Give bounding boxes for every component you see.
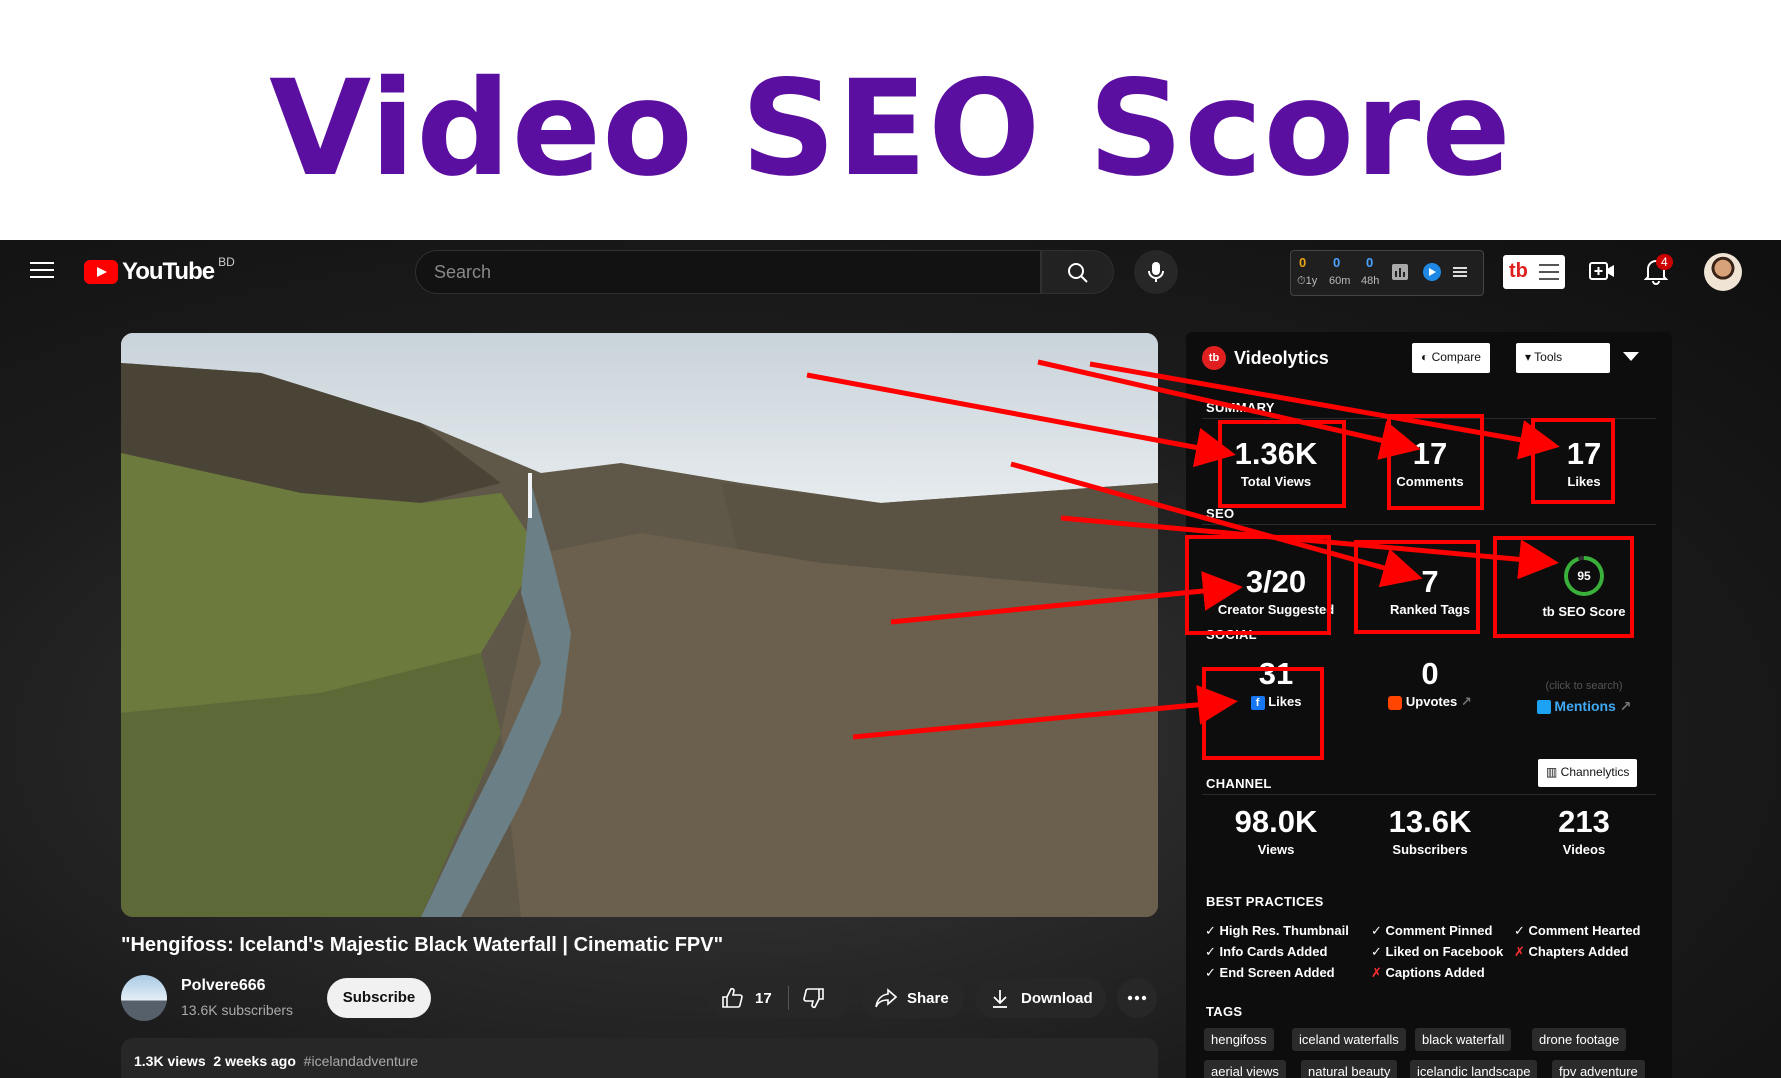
- highlight-creator-suggested: [1185, 535, 1331, 635]
- stat-channel-videos: 213 Videos: [1558, 804, 1610, 857]
- menu-icon[interactable]: [30, 262, 54, 280]
- channel-label: CHANNEL: [1206, 776, 1272, 791]
- bp-item: ✓ Info Cards Added: [1205, 944, 1328, 959]
- highlight-likes: [1531, 418, 1615, 504]
- video-title: "Hengifoss: Iceland's Majestic Black Wat…: [121, 934, 724, 956]
- ext-stat-48h-label: 48h: [1361, 275, 1380, 287]
- view-count: 1.3K views: [134, 1053, 206, 1069]
- compare-button[interactable]: ◐ Compare: [1412, 343, 1490, 373]
- youtube-logo[interactable]: YouTube BD: [84, 255, 235, 286]
- extension-logo-icon[interactable]: [1423, 263, 1441, 281]
- tools-button[interactable]: ▾ Tools: [1516, 343, 1610, 373]
- upload-date: 2 weeks ago: [213, 1053, 296, 1069]
- video-thumbnail-landscape: [121, 333, 1158, 917]
- hashtag-link[interactable]: #icelandadventure: [304, 1053, 418, 1069]
- twitter-icon: [1536, 700, 1551, 715]
- search-icon: [1068, 263, 1088, 283]
- tubebuddy-button[interactable]: tb: [1503, 255, 1565, 289]
- like-dislike-group: 17: [707, 978, 850, 1018]
- share-icon: [875, 988, 897, 1008]
- banner-title: Video SEO Score: [269, 52, 1512, 206]
- user-avatar[interactable]: [1704, 253, 1742, 291]
- share-label: Share: [907, 989, 949, 1007]
- download-button[interactable]: Download: [975, 978, 1106, 1018]
- thumbs-down-icon[interactable]: [802, 987, 825, 1009]
- tag-chip[interactable]: black waterfall: [1415, 1028, 1512, 1051]
- panel-collapse-caret-icon[interactable]: [1623, 352, 1639, 361]
- bp-item: ✗ Captions Added: [1371, 965, 1485, 980]
- tubebuddy-icon: tb: [1202, 346, 1226, 370]
- logo-country: BD: [218, 255, 235, 269]
- more-actions-button[interactable]: [1117, 978, 1157, 1018]
- list-menu-icon[interactable]: [1451, 263, 1469, 281]
- panel-title: Videolytics: [1234, 347, 1329, 368]
- thumbs-up-icon[interactable]: [721, 987, 743, 1009]
- social-hint: (click to search): [1545, 680, 1623, 692]
- extension-stats[interactable]: 0 ⏱1y 0 60m 0 48h: [1290, 250, 1484, 296]
- notification-count-badge: 4: [1656, 254, 1673, 270]
- tags-label: TAGS: [1206, 1004, 1243, 1019]
- stat-channel-subscribers: 13.6K Subscribers: [1388, 804, 1472, 857]
- channelytics-button[interactable]: ▥ Channelytics: [1538, 759, 1638, 787]
- ext-stat-1y-label: ⏱1y: [1297, 275, 1318, 287]
- tag-chip[interactable]: iceland waterfalls: [1292, 1028, 1406, 1051]
- bp-item: ✓ High Res. Thumbnail: [1205, 923, 1349, 938]
- share-button[interactable]: Share: [861, 978, 964, 1018]
- bp-item: ✓ Comment Hearted: [1514, 923, 1641, 938]
- bar-chart-icon[interactable]: [1391, 263, 1409, 281]
- summary-label: SUMMARY: [1206, 400, 1275, 415]
- twitter-mentions-link[interactable]: Mentions ↗: [1514, 698, 1654, 715]
- banner: Video SEO Score: [0, 0, 1781, 240]
- yt-header: YouTube BD Search 0 ⏱1y 0 60m 0 48h tb 4: [0, 240, 1781, 304]
- download-label: Download: [1021, 989, 1093, 1007]
- tag-chip[interactable]: drone footage: [1532, 1028, 1627, 1051]
- ext-stat-48h: 0: [1366, 255, 1374, 270]
- stat-channel-views: 98.0K Views: [1234, 804, 1318, 857]
- like-count[interactable]: 17: [755, 990, 772, 1007]
- channel-divider: [1202, 794, 1656, 795]
- search-button[interactable]: [1041, 250, 1114, 294]
- more-horizontal-icon: [1127, 995, 1147, 1001]
- description-box[interactable]: 1.3K views 2 weeks ago #icelandadventure: [121, 1038, 1158, 1078]
- channel-avatar[interactable]: [121, 975, 167, 1021]
- bp-item: ✓ Liked on Facebook: [1371, 944, 1504, 959]
- video-player[interactable]: [121, 333, 1158, 917]
- highlight-social-likes: [1202, 667, 1324, 760]
- create-video-icon[interactable]: [1589, 260, 1615, 282]
- subscribe-button[interactable]: Subscribe: [327, 978, 431, 1018]
- reddit-icon: [1388, 695, 1403, 710]
- download-icon: [993, 990, 1007, 1008]
- tag-chip[interactable]: aerial views: [1204, 1060, 1286, 1078]
- highlight-ranked-tags: [1354, 540, 1480, 634]
- tag-chip[interactable]: fpv adventure: [1552, 1060, 1645, 1078]
- channel-name[interactable]: Polvere666: [181, 977, 266, 995]
- seo-divider: [1202, 524, 1656, 525]
- search-input[interactable]: Search: [415, 250, 1041, 294]
- seo-label: SEO: [1206, 506, 1235, 521]
- highlight-comments: [1387, 414, 1484, 510]
- tag-chip[interactable]: icelandic landscape: [1410, 1060, 1538, 1078]
- microphone-icon: [1148, 262, 1164, 282]
- youtube-play-icon: [84, 260, 118, 284]
- tag-chip[interactable]: natural beauty: [1301, 1060, 1398, 1078]
- panel-header: tb Videolytics: [1202, 346, 1329, 370]
- tubebuddy-logo: tb: [1509, 260, 1528, 282]
- highlight-total-views: [1218, 420, 1346, 508]
- channel-subscribers: 13.6K subscribers: [181, 1002, 294, 1018]
- voice-search-button[interactable]: [1134, 250, 1178, 294]
- best-practices-label: BEST PRACTICES: [1206, 894, 1324, 909]
- highlight-seo-score: [1493, 536, 1634, 638]
- ext-stat-1y: 0: [1299, 255, 1307, 270]
- logo-text: YouTube: [122, 258, 215, 285]
- bp-item: ✗ Chapters Added: [1514, 944, 1629, 959]
- bp-item: ✓ Comment Pinned: [1371, 923, 1493, 938]
- tag-chip[interactable]: hengifoss: [1204, 1028, 1274, 1051]
- tubebuddy-menu-icon: [1539, 264, 1559, 285]
- ext-stat-60m-label: 60m: [1329, 275, 1351, 287]
- stat-reddit-upvotes[interactable]: 0 Upvotes ↗: [1360, 656, 1500, 710]
- ext-stat-60m: 0: [1333, 255, 1341, 270]
- youtube-page: YouTube BD Search 0 ⏱1y 0 60m 0 48h tb 4: [0, 240, 1781, 1078]
- bp-item: ✓ End Screen Added: [1205, 965, 1335, 980]
